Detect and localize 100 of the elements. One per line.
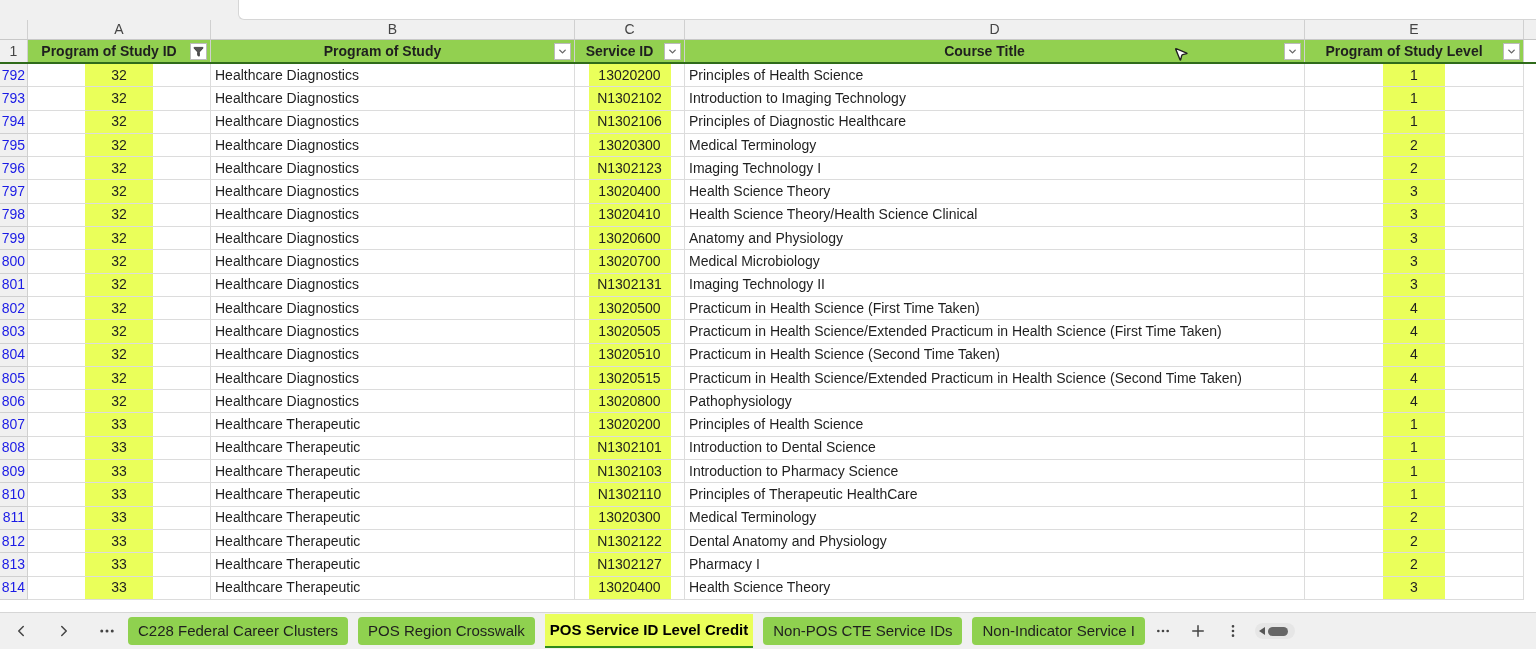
row-number[interactable]: 812 xyxy=(0,529,28,554)
table-cell: 3 xyxy=(1383,250,1445,273)
table-cell: 2 xyxy=(1383,506,1445,529)
table-cell: 2 xyxy=(1383,157,1445,180)
table-cell: 2 xyxy=(1383,553,1445,576)
table-cell-text: Introduction to Dental Science xyxy=(689,438,876,458)
table-cell: N1302102 xyxy=(588,87,671,110)
table-cell: N1302127 xyxy=(588,553,671,576)
table-cell: 32 xyxy=(85,133,153,157)
dropdown-button[interactable] xyxy=(664,42,681,60)
row-number[interactable]: 795 xyxy=(0,133,28,158)
sheet-tab[interactable]: POS Service ID Level Credit xyxy=(544,614,754,648)
dropdown-button[interactable] xyxy=(1284,42,1301,60)
table-cell-text: Healthcare Diagnostics xyxy=(215,345,359,365)
column-letter[interactable]: D xyxy=(685,20,1305,39)
table-cell-text: Healthcare Diagnostics xyxy=(215,112,359,132)
row-number[interactable]: 813 xyxy=(0,553,28,577)
table-cell: 2 xyxy=(1383,133,1445,157)
table-cell-text: Pharmacy I xyxy=(689,554,760,574)
table-cell-text: Healthcare Therapeutic xyxy=(215,461,361,481)
sheet-tab[interactable]: Non-POS CTE Service IDs xyxy=(763,617,963,645)
filter-icon xyxy=(193,45,204,57)
table-cell-text: Introduction to Pharmacy Science xyxy=(689,461,899,481)
table-cell-text: Healthcare Diagnostics xyxy=(215,158,359,178)
row-number[interactable]: 797 xyxy=(0,180,28,204)
table-cell: N1302103 xyxy=(588,460,671,483)
table-cell: 32 xyxy=(85,180,153,203)
row-number[interactable]: 798 xyxy=(0,203,28,228)
table-cell-text: Healthcare Diagnostics xyxy=(215,252,359,271)
row-number[interactable]: 799 xyxy=(0,227,28,251)
table-cell: 32 xyxy=(85,87,153,110)
row-number[interactable]: 810 xyxy=(0,483,28,507)
row-number[interactable]: 807 xyxy=(0,413,28,437)
table-cell: N1302123 xyxy=(588,157,671,180)
sheet-tab[interactable]: C228 Federal Career Clusters xyxy=(128,617,349,645)
table-cell: 4 xyxy=(1383,320,1445,343)
row-number[interactable]: 803 xyxy=(0,320,28,344)
table-cell: 33 xyxy=(85,460,153,483)
table-cell: 33 xyxy=(85,553,153,576)
column-letter[interactable]: A xyxy=(28,20,211,39)
row-number[interactable]: 814 xyxy=(0,576,28,600)
table-cell-text: Health Science Theory xyxy=(689,578,831,598)
mouse-pointer-icon xyxy=(1173,46,1189,62)
row-number[interactable]: 793 xyxy=(0,87,28,111)
table-cell: N1302101 xyxy=(588,436,671,460)
table-cell: 32 xyxy=(85,366,153,390)
row-number[interactable]: 802 xyxy=(0,296,28,321)
table-cell-text: Principles of Health Science xyxy=(689,65,864,85)
header-label: Program of Study xyxy=(323,41,442,61)
table-cell: 1 xyxy=(1383,483,1445,506)
row-number[interactable]: 796 xyxy=(0,157,28,181)
sheet-tab[interactable]: POS Region Crosswalk xyxy=(358,617,535,645)
table-cell: 13020300 xyxy=(588,133,671,157)
row-number[interactable]: 811 xyxy=(0,506,28,530)
filter-button[interactable] xyxy=(190,42,207,60)
table-cell-text: Healthcare Therapeutic xyxy=(215,554,361,574)
table-cell-text: Healthcare Therapeutic xyxy=(215,508,361,528)
table-cell: 32 xyxy=(85,273,153,296)
table-cell: 1 xyxy=(1383,413,1445,436)
table-cell-text: Healthcare Therapeutic xyxy=(215,531,361,551)
table-cell: 1 xyxy=(1383,110,1445,133)
table-cell-text: Introduction to Imaging Technology xyxy=(689,88,906,108)
table-cell: 3 xyxy=(1383,180,1445,203)
row-number[interactable]: 808 xyxy=(0,436,28,461)
row-number[interactable]: 805 xyxy=(0,366,28,391)
sheet-tab[interactable]: Non-Indicator Service I xyxy=(972,617,1146,645)
table-cell-text: Practicum in Health Science/Extended Practicum in Health Science (First Time Taken) xyxy=(689,321,1222,341)
table-cell: 1 xyxy=(1383,460,1445,483)
table-cell: 13020200 xyxy=(588,413,671,436)
table-cell-text: Imaging Technology II xyxy=(689,275,825,295)
table-cell: 4 xyxy=(1383,390,1445,413)
row-number[interactable]: 801 xyxy=(0,273,28,297)
row-number[interactable]: 806 xyxy=(0,390,28,414)
dropdown-button[interactable] xyxy=(554,42,571,60)
horizontal-scrollbar[interactable] xyxy=(1255,623,1296,639)
dropdown-button[interactable] xyxy=(1503,42,1520,60)
table-cell-text: Healthcare Diagnostics xyxy=(215,228,359,248)
header-label: Program of Study Level xyxy=(1325,41,1483,61)
table-cell: 3 xyxy=(1383,203,1445,227)
table-cell: 13020600 xyxy=(588,227,671,250)
table-cell-text: Practicum in Health Science/Extended Practicum in Health Science (Second Time Taken) xyxy=(689,368,1242,388)
table-cell-text: Healthcare Diagnostics xyxy=(215,368,359,388)
table-cell: N1302110 xyxy=(588,483,671,506)
column-letter[interactable]: C xyxy=(575,20,685,39)
row-number[interactable]: 804 xyxy=(0,343,28,367)
row-number[interactable]: 809 xyxy=(0,460,28,484)
table-cell: 13020515 xyxy=(588,366,671,390)
table-cell: 1 xyxy=(1383,64,1445,87)
table-cell-text: Health Science Theory xyxy=(689,182,831,202)
table-cell: 13020400 xyxy=(588,180,671,203)
header-label: Service ID xyxy=(585,41,654,61)
table-cell: 3 xyxy=(1383,273,1445,296)
row-number[interactable]: 792 xyxy=(0,64,28,88)
table-cell-text: Healthcare Diagnostics xyxy=(215,391,359,411)
row-number[interactable]: 794 xyxy=(0,110,28,134)
column-letter[interactable]: E xyxy=(1305,20,1524,39)
table-cell: 13020800 xyxy=(588,390,671,413)
header-label: Course Title xyxy=(944,41,1025,61)
column-letter[interactable]: B xyxy=(211,20,575,39)
row-number[interactable]: 800 xyxy=(0,250,28,274)
